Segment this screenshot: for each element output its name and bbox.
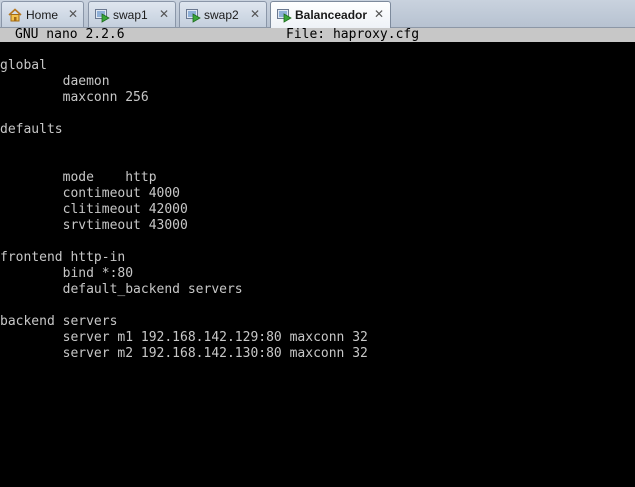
- buffer-line: clitimeout 42000: [0, 202, 188, 217]
- close-icon[interactable]: ✕: [248, 6, 262, 22]
- buffer-line: mode http: [0, 170, 157, 185]
- buffer-line: bind *:80: [0, 266, 134, 281]
- home-icon: [7, 7, 23, 23]
- tab-swap1-label: swap1: [113, 8, 148, 22]
- close-icon[interactable]: ✕: [372, 6, 386, 22]
- buffer-line: defaults: [0, 122, 63, 137]
- vm-console[interactable]: GNU nano 2.2.6 File: haproxy.cfg global …: [0, 28, 635, 487]
- vm-play-icon: [276, 7, 292, 23]
- vm-play-icon: [94, 7, 110, 23]
- buffer-line: [0, 154, 368, 170]
- buffer-line: contimeout 4000: [0, 186, 181, 201]
- tab-balanceador[interactable]: Balanceador ✕: [270, 1, 391, 28]
- buffer-line: default_backend servers: [0, 282, 243, 297]
- nano-filename: File: haproxy.cfg: [286, 28, 420, 42]
- buffer-line: [0, 234, 368, 250]
- tab-home[interactable]: Home ✕: [1, 1, 84, 27]
- buffer-line: daemon: [0, 74, 110, 89]
- vm-play-icon: [185, 7, 201, 23]
- tab-swap2-label: swap2: [204, 8, 239, 22]
- buffer-line: backend servers: [0, 314, 118, 329]
- nano-version: GNU nano 2.2.6: [15, 28, 125, 42]
- buffer-line: maxconn 256: [0, 90, 149, 105]
- tab-swap1[interactable]: swap1 ✕: [88, 1, 176, 27]
- buffer-line: [0, 138, 368, 154]
- nano-title-bar: GNU nano 2.2.6 File: haproxy.cfg: [0, 28, 635, 42]
- buffer-line: server m2 192.168.142.130:80 maxconn 32: [0, 346, 368, 361]
- buffer-line: frontend http-in: [0, 250, 126, 265]
- buffer-line: server m1 192.168.142.129:80 maxconn 32: [0, 330, 368, 345]
- close-icon[interactable]: ✕: [66, 6, 80, 22]
- buffer-line: [0, 298, 368, 314]
- tab-balanceador-label: Balanceador: [295, 8, 368, 22]
- vm-tab-bar: Home ✕ swap1 ✕ swap2 ✕ Balanceador ✕: [0, 0, 635, 28]
- editor-buffer[interactable]: global daemon maxconn 256 defaults mode h…: [0, 58, 368, 362]
- buffer-line: srvtimeout 43000: [0, 218, 188, 233]
- buffer-line: [0, 106, 368, 122]
- tab-home-label: Home: [26, 8, 59, 22]
- buffer-line: global: [0, 58, 47, 73]
- close-icon[interactable]: ✕: [157, 6, 171, 22]
- tab-swap2[interactable]: swap2 ✕: [179, 1, 267, 27]
